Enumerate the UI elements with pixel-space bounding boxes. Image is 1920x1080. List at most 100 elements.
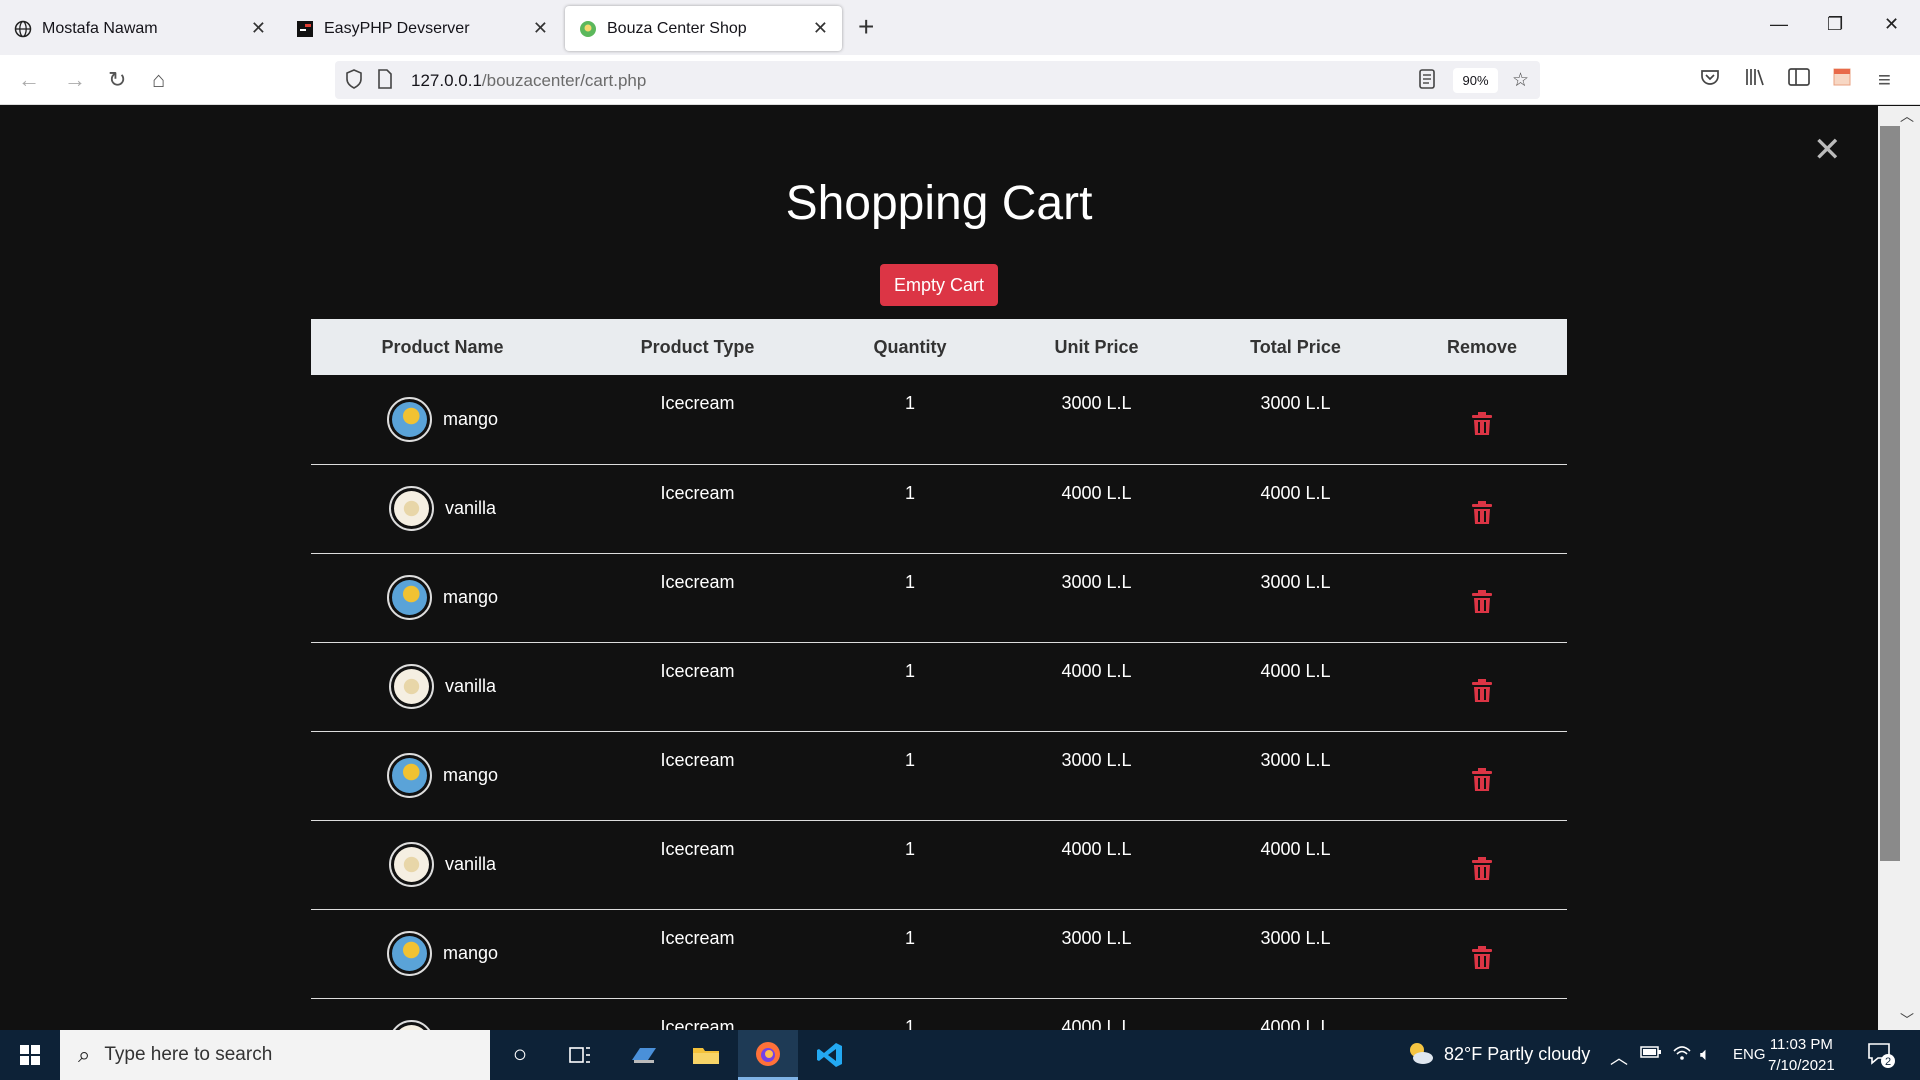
scroll-up-arrow-icon[interactable]: ︿ bbox=[1900, 106, 1914, 126]
library-icon[interactable] bbox=[1744, 67, 1766, 93]
modal-close-icon[interactable]: ✕ bbox=[1813, 133, 1842, 167]
column-header: Product Name bbox=[311, 319, 574, 375]
home-icon[interactable]: ⌂ bbox=[152, 67, 165, 93]
remove-cell bbox=[1397, 642, 1567, 732]
easyphp-taskbar-icon[interactable] bbox=[614, 1030, 674, 1080]
close-icon[interactable]: ✕ bbox=[813, 18, 828, 39]
pocket-icon[interactable] bbox=[1700, 67, 1720, 93]
trash-icon[interactable] bbox=[1471, 768, 1493, 797]
restore-icon[interactable]: ❐ bbox=[1827, 14, 1843, 35]
table-row: vanilla Icecream 1 4000 L.L 4000 L.L bbox=[311, 820, 1567, 910]
weather-cloud-icon[interactable] bbox=[1405, 1040, 1435, 1073]
chevron-up-icon[interactable]: ︿ bbox=[1610, 1044, 1628, 1070]
product-name-cell: vanilla bbox=[311, 820, 574, 910]
extension-icon[interactable] bbox=[1832, 67, 1852, 93]
search-icon: ⌕ bbox=[78, 1042, 91, 1067]
tab-mostafa-nawam[interactable]: Mostafa Nawam ✕ bbox=[0, 6, 280, 51]
total-price: 4000 L.L bbox=[1194, 820, 1397, 910]
bookmark-star-icon[interactable]: ☆ bbox=[1512, 69, 1529, 92]
trash-icon[interactable] bbox=[1471, 679, 1493, 708]
trash-icon[interactable] bbox=[1471, 590, 1493, 619]
menu-hamburger-icon[interactable]: ≡ bbox=[1878, 67, 1891, 93]
battery-icon[interactable] bbox=[1640, 1044, 1662, 1065]
easyphp-icon bbox=[296, 20, 314, 38]
system-clock[interactable]: 11:03 PM 7/10/2021 bbox=[1768, 1034, 1835, 1076]
remove-cell bbox=[1397, 909, 1567, 999]
page-title: Shopping Cart bbox=[785, 177, 1093, 230]
taskbar-search-input[interactable]: ⌕ Type here to search bbox=[60, 1030, 490, 1080]
tab-easyphp[interactable]: EasyPHP Devserver ✕ bbox=[282, 6, 562, 51]
zoom-level[interactable]: 90% bbox=[1453, 68, 1498, 93]
back-arrow-icon[interactable]: ← bbox=[18, 67, 40, 93]
product-image bbox=[388, 842, 434, 887]
column-header: Total Price bbox=[1194, 319, 1397, 375]
shield-icon[interactable] bbox=[345, 69, 363, 95]
empty-cart-button[interactable]: Empty Cart bbox=[880, 264, 998, 306]
table-row: mango Icecream 1 3000 L.L 3000 L.L bbox=[311, 731, 1567, 821]
total-price: 4000 L.L bbox=[1194, 642, 1397, 732]
window-close-icon[interactable]: ✕ bbox=[1884, 14, 1899, 35]
unit-price: 4000 L.L bbox=[999, 998, 1194, 1030]
scrollbar-thumb[interactable] bbox=[1880, 126, 1900, 861]
product-type: Icecream bbox=[574, 998, 821, 1030]
product-name: vanilla bbox=[444, 676, 497, 696]
close-icon[interactable]: ✕ bbox=[533, 18, 548, 39]
table-row: mango Icecream 1 3000 L.L 3000 L.L bbox=[311, 553, 1567, 643]
product-name-cell: vanilla bbox=[311, 464, 574, 554]
product-name-cell: mango bbox=[311, 731, 574, 821]
cortana-circle-icon[interactable]: ○ bbox=[490, 1030, 550, 1080]
product-image bbox=[388, 1020, 434, 1030]
trash-icon[interactable] bbox=[1471, 946, 1493, 975]
minimize-icon[interactable]: — bbox=[1770, 14, 1788, 35]
product-image bbox=[388, 664, 434, 709]
task-view-icon[interactable] bbox=[550, 1030, 610, 1080]
product-type: Icecream bbox=[574, 553, 821, 643]
product-quantity: 1 bbox=[821, 464, 999, 554]
tab-bouza-center-shop[interactable]: Bouza Center Shop ✕ bbox=[565, 6, 842, 51]
address-bar[interactable]: 127.0.0.1/bouzacenter/cart.php 90% ☆ bbox=[335, 61, 1540, 99]
url-path: /bouzacenter/cart.php bbox=[481, 71, 647, 90]
product-image bbox=[386, 753, 432, 798]
product-thumbnail bbox=[391, 580, 427, 615]
total-price: 4000 L.L bbox=[1194, 464, 1397, 554]
column-header: Quantity bbox=[821, 319, 999, 375]
product-quantity: 1 bbox=[821, 553, 999, 643]
reload-icon[interactable]: ↻ bbox=[108, 67, 126, 93]
remove-cell bbox=[1397, 464, 1567, 554]
clock-date: 7/10/2021 bbox=[1768, 1057, 1835, 1074]
unit-price: 3000 L.L bbox=[999, 909, 1194, 999]
wifi-icon[interactable] bbox=[1672, 1044, 1692, 1067]
product-quantity: 1 bbox=[821, 909, 999, 999]
windows-start-icon[interactable] bbox=[0, 1030, 60, 1080]
language-indicator[interactable]: ENG bbox=[1733, 1046, 1766, 1063]
trash-icon[interactable] bbox=[1471, 857, 1493, 886]
reader-view-icon[interactable] bbox=[1419, 69, 1435, 95]
table-row: vanilla Icecream 1 4000 L.L 4000 L.L bbox=[311, 464, 1567, 554]
forward-arrow-icon[interactable]: → bbox=[64, 67, 86, 93]
table-row: mango Icecream 1 3000 L.L 3000 L.L bbox=[311, 375, 1567, 465]
remove-cell bbox=[1397, 375, 1567, 465]
scroll-down-arrow-icon[interactable]: ﹀ bbox=[1900, 1010, 1914, 1030]
product-thumbnail bbox=[391, 401, 427, 437]
trash-icon[interactable] bbox=[1471, 501, 1493, 530]
product-name-cell: vanilla bbox=[311, 998, 574, 1030]
notification-center-icon[interactable]: 2 bbox=[1866, 1040, 1896, 1075]
tab-title: Mostafa Nawam bbox=[42, 19, 158, 37]
product-quantity: 1 bbox=[821, 642, 999, 732]
firefox-taskbar-icon[interactable] bbox=[738, 1030, 798, 1080]
trash-icon[interactable] bbox=[1471, 411, 1493, 441]
close-icon[interactable]: ✕ bbox=[251, 18, 266, 39]
table-row: vanilla Icecream 1 4000 L.L 4000 L.L bbox=[311, 998, 1567, 1030]
product-name-wrap: vanilla bbox=[388, 1020, 496, 1030]
volume-icon[interactable]: 🔈︎ bbox=[1700, 1044, 1711, 1065]
new-tab-plus-icon[interactable]: + bbox=[858, 12, 874, 42]
total-price: 3000 L.L bbox=[1194, 731, 1397, 821]
weather-text[interactable]: 82°F Partly cloudy bbox=[1444, 1044, 1590, 1065]
product-type: Icecream bbox=[574, 820, 821, 910]
product-thumbnail bbox=[393, 847, 429, 882]
product-name-cell: vanilla bbox=[311, 642, 574, 732]
product-name-wrap: vanilla bbox=[388, 664, 497, 709]
file-explorer-icon[interactable] bbox=[676, 1030, 736, 1080]
vscode-taskbar-icon[interactable] bbox=[800, 1030, 860, 1080]
sidebar-icon[interactable] bbox=[1788, 67, 1810, 93]
